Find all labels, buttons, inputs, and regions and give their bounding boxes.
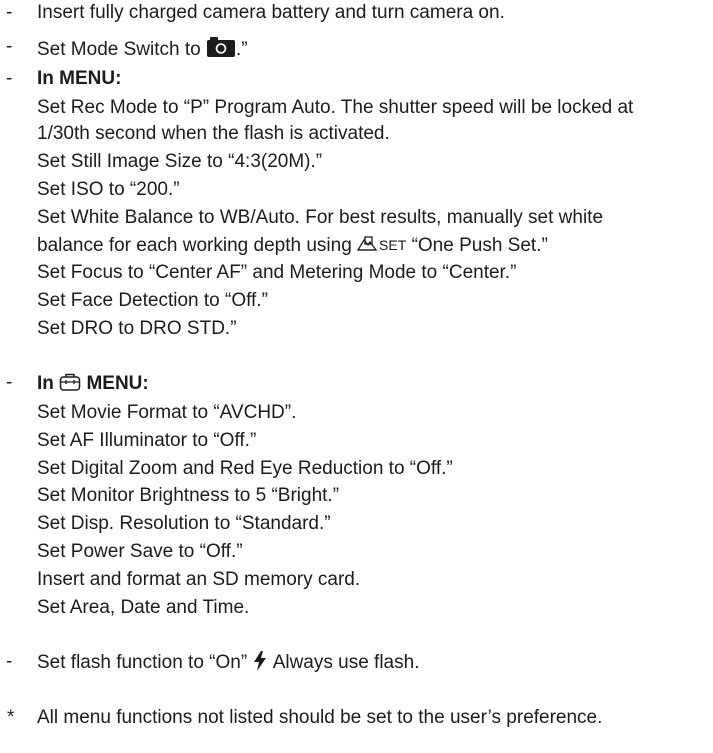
step-flash-text: Set flash function to “On” Always use fl…: [37, 651, 419, 677]
wb-line-suffix: “One Push Set.”: [411, 235, 548, 256]
menu2-item: Set Power Save to “Off.”: [37, 541, 243, 562]
menu2-header-suffix: MENU:: [86, 373, 149, 394]
bullet-dash: -: [6, 36, 13, 57]
menu2-item: Set Area, Date and Time.: [37, 597, 250, 618]
menu1-item: Set Still Image Size to “4:3(20M).”: [37, 151, 323, 172]
menu1-item: Set ISO to “200.”: [37, 179, 180, 200]
bullet-dash: -: [6, 651, 13, 672]
menu2-item: Set Digital Zoom and Red Eye Reduction t…: [37, 458, 453, 479]
menu2-item: Set Disp. Resolution to “Standard.”: [37, 513, 331, 534]
wb-set-label: SET: [379, 237, 407, 253]
step-mode-switch-text: Set Mode Switch to .”: [37, 36, 248, 64]
menu1-item: Set White Balance to WB/Auto. For best r…: [37, 207, 604, 228]
menu2-header-prefix: In: [37, 373, 54, 394]
wb-line-prefix: balance for each working depth using: [37, 235, 352, 256]
mode-switch-suffix: .”: [235, 39, 248, 60]
camera-icon: [206, 36, 236, 64]
footnote-star: *: [7, 707, 15, 728]
menu2-item: Insert and format an SD memory card.: [37, 569, 361, 590]
wb-line: balance for each working depth using SET…: [37, 234, 548, 256]
bullet-dash: -: [6, 68, 13, 89]
step-text: Insert fully charged camera battery and …: [37, 2, 505, 23]
menu1-item: Set Rec Mode to “P” Program Auto. The sh…: [37, 97, 634, 118]
flash-prefix: Set flash function to “On”: [37, 652, 248, 673]
menu1-item: Set Face Detection to “Off.”: [37, 290, 268, 311]
menu1-header-prefix: In: [37, 68, 60, 89]
footnote-text: All menu functions not listed should be …: [37, 707, 603, 728]
menu1-header-text: In MENU:: [37, 68, 121, 90]
flash-bolt-icon: [252, 651, 268, 677]
menu2-header-text: In MENU:: [37, 372, 149, 398]
menu2-item: Set Monitor Brightness to 5 “Bright.”: [37, 485, 340, 506]
bullet-dash: -: [6, 372, 13, 393]
menu1-header-suffix: MENU:: [59, 68, 122, 89]
menu1-item: 1/30th second when the flash is activate…: [37, 123, 390, 144]
menu2-item: Set Movie Format to “AVCHD”.: [37, 402, 297, 423]
menu1-item: Set DRO to DRO STD.”: [37, 318, 237, 339]
bullet-dash: -: [6, 2, 13, 23]
flash-suffix: Always use flash.: [272, 652, 420, 673]
menu1-item: Set Focus to “Center AF” and Metering Mo…: [37, 262, 517, 283]
mode-switch-prefix: Set Mode Switch to: [37, 39, 201, 60]
toolbox-icon: [59, 372, 81, 398]
menu2-item: Set AF Illuminator to “Off.”: [37, 430, 257, 451]
